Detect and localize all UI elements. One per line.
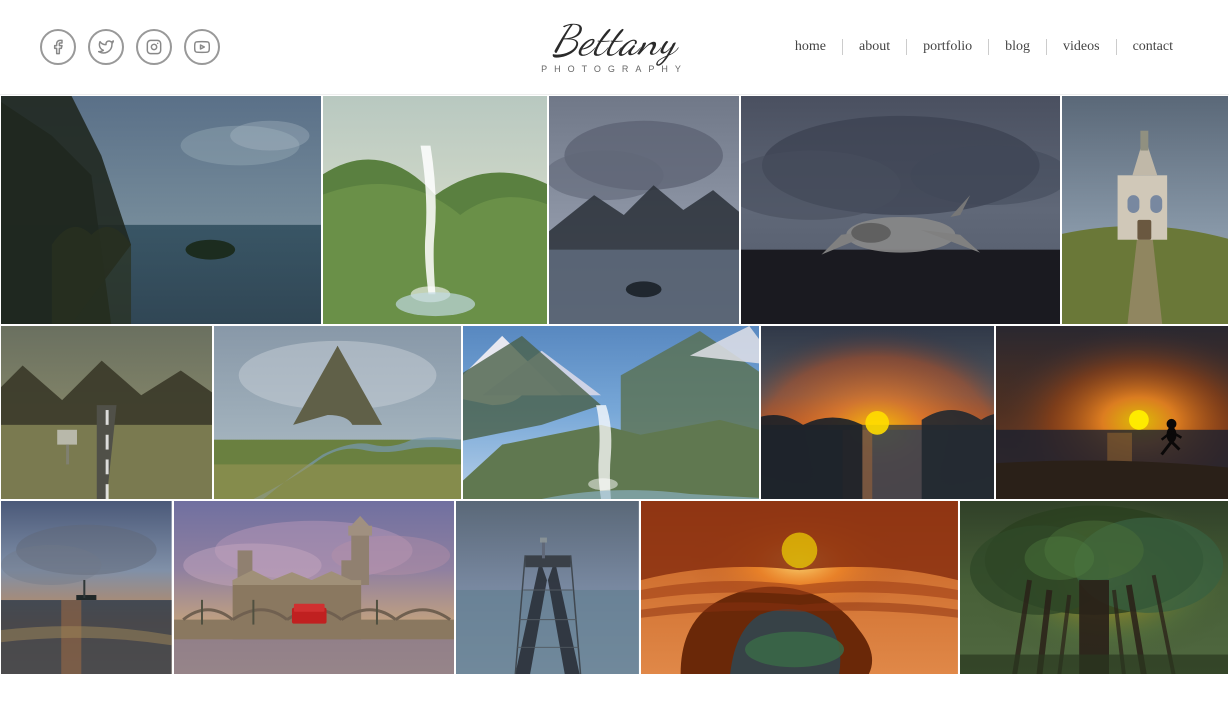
- photo-lake[interactable]: [548, 95, 739, 325]
- nav-videos[interactable]: videos: [1047, 39, 1117, 55]
- photo-waterfall[interactable]: [322, 95, 549, 325]
- photo-kirkjufell[interactable]: [213, 325, 462, 500]
- photo-plane-wreck-image: [741, 96, 1061, 324]
- site-logo[interactable]: Bettany PHOTOGRAPHY: [541, 20, 688, 74]
- facebook-icon[interactable]: [40, 29, 76, 65]
- photo-church[interactable]: [1061, 95, 1229, 325]
- social-icons-group: [40, 29, 220, 65]
- photo-runner[interactable]: [995, 325, 1229, 500]
- photo-cliff-image: [1, 96, 321, 324]
- photo-cliff[interactable]: [0, 95, 322, 325]
- photo-alpine[interactable]: [462, 325, 760, 500]
- photo-pier-image: [456, 501, 639, 674]
- photo-ocean-sunset-image: [1, 501, 172, 674]
- main-nav: home about portfolio blog videos contact: [779, 39, 1189, 55]
- photo-runner-image: [996, 326, 1228, 499]
- photo-waterfall-image: [323, 96, 548, 324]
- photo-london-image: [174, 501, 454, 674]
- photo-tree[interactable]: [959, 500, 1229, 675]
- photo-church-image: [1062, 96, 1228, 324]
- photo-horseshoe-image: [641, 501, 958, 674]
- photo-gallery: [0, 95, 1229, 675]
- nav-about[interactable]: about: [843, 39, 907, 55]
- logo-script: Bettany: [541, 20, 688, 62]
- photo-plane-wreck[interactable]: [740, 95, 1062, 325]
- photo-tree-image: [960, 501, 1228, 674]
- photo-road[interactable]: [0, 325, 213, 500]
- photo-sunset-coast-image: [761, 326, 993, 499]
- logo-subtitle: PHOTOGRAPHY: [541, 64, 688, 74]
- gallery-row-1: [0, 95, 1229, 325]
- youtube-icon[interactable]: [184, 29, 220, 65]
- site-header: Bettany PHOTOGRAPHY home about portfolio…: [0, 0, 1229, 95]
- nav-home[interactable]: home: [779, 39, 843, 55]
- photo-road-image: [1, 326, 212, 499]
- photo-ocean-sunset[interactable]: [0, 500, 173, 675]
- photo-london[interactable]: [173, 500, 455, 675]
- photo-kirkjufell-image: [214, 326, 461, 499]
- instagram-icon[interactable]: [136, 29, 172, 65]
- nav-contact[interactable]: contact: [1117, 39, 1189, 55]
- nav-blog[interactable]: blog: [989, 39, 1047, 55]
- photo-lake-image: [549, 96, 738, 324]
- twitter-icon[interactable]: [88, 29, 124, 65]
- photo-alpine-image: [463, 326, 759, 499]
- photo-pier[interactable]: [455, 500, 640, 675]
- photo-horseshoe[interactable]: [640, 500, 959, 675]
- photo-sunset-coast[interactable]: [760, 325, 994, 500]
- gallery-row-2: [0, 325, 1229, 500]
- gallery-row-3: [0, 500, 1229, 675]
- nav-portfolio[interactable]: portfolio: [907, 39, 989, 55]
